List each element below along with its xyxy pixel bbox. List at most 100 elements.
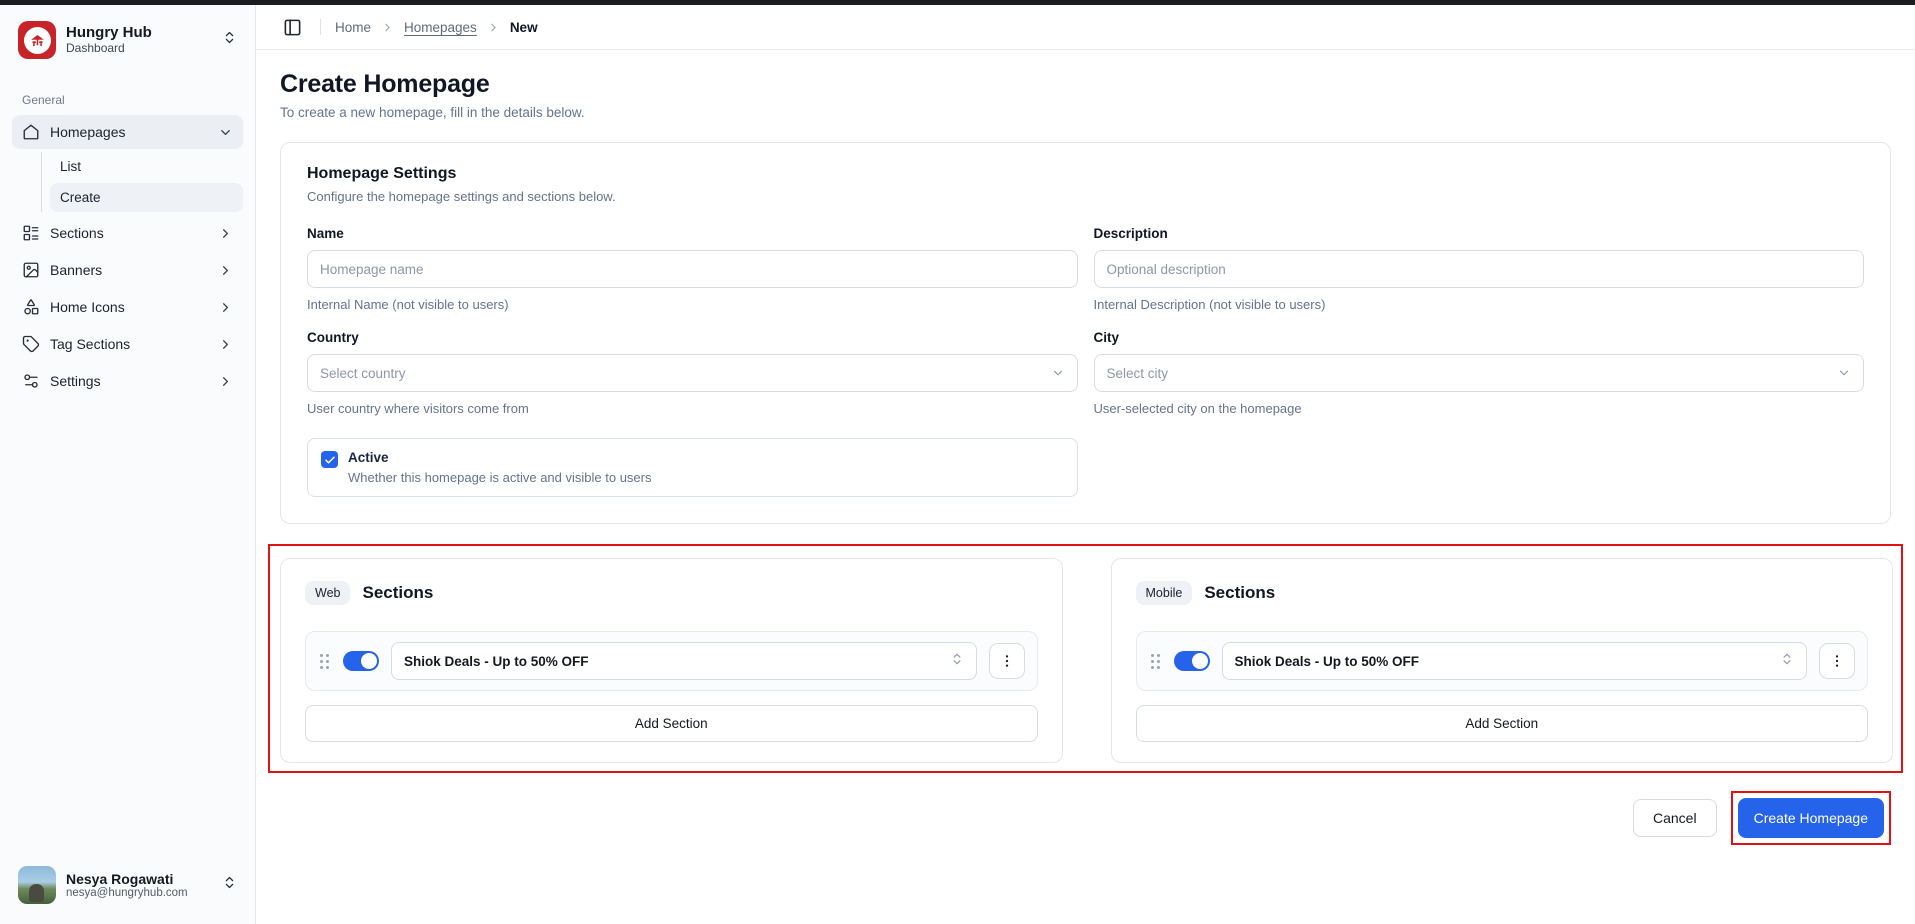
- panel-left-icon: [283, 18, 302, 37]
- sidebar-item-list[interactable]: List: [50, 152, 243, 181]
- page-subtitle: To create a new homepage, fill in the de…: [280, 105, 1891, 120]
- sidebar-nav: Homepages List Create Sections: [12, 115, 243, 401]
- home-icon: [22, 123, 40, 141]
- homepages-subnav: List Create: [41, 152, 243, 212]
- settings-card-title: Homepage Settings: [307, 165, 1864, 183]
- settings-card-subtitle: Configure the homepage settings and sect…: [307, 189, 1864, 204]
- city-select-value: Select city: [1107, 366, 1169, 381]
- create-homepage-button[interactable]: Create Homepage: [1738, 798, 1884, 838]
- sidebar-item-label: Banners: [50, 262, 102, 278]
- mobile-section-menu-button[interactable]: [1819, 643, 1855, 679]
- name-field-group: Name Internal Name (not visible to users…: [307, 226, 1078, 312]
- city-label: City: [1094, 330, 1865, 345]
- sidebar: Hungry Hub Dashboard General Homepages L…: [0, 5, 256, 924]
- city-helper: User-selected city on the homepage: [1094, 401, 1865, 416]
- country-select-value: Select country: [320, 366, 406, 381]
- sliders-icon: [22, 372, 40, 390]
- sidebar-item-label: Homepages: [50, 124, 126, 140]
- sidebar-item-homepages[interactable]: Homepages: [12, 115, 243, 149]
- chevron-right-icon: [218, 337, 233, 352]
- country-helper: User country where visitors come from: [307, 401, 1078, 416]
- layout-list-icon: [22, 224, 40, 242]
- kebab-menu-icon: [999, 653, 1015, 669]
- chevron-down-icon: [1837, 366, 1851, 380]
- mobile-sections-card: Mobile Sections Shiok Deals - Up to 50% …: [1111, 558, 1894, 763]
- chevrons-up-down-icon: [950, 652, 964, 671]
- sidebar-item-label: Settings: [50, 373, 101, 389]
- sidebar-item-label: Tag Sections: [50, 336, 130, 352]
- page-content: Create Homepage To create a new homepage…: [256, 50, 1915, 924]
- name-input[interactable]: [307, 250, 1078, 288]
- main-area: Home Homepages New Create Homepage To cr…: [256, 5, 1915, 924]
- image-icon: [22, 261, 40, 279]
- nav-section-label: General: [22, 93, 233, 107]
- settings-fields: Name Internal Name (not visible to users…: [307, 226, 1864, 497]
- chevron-down-icon: [1051, 366, 1065, 380]
- web-section-select[interactable]: Shiok Deals - Up to 50% OFF: [391, 642, 977, 680]
- sidebar-item-banners[interactable]: Banners: [12, 253, 243, 287]
- user-email: nesya@hungryhub.com: [66, 887, 188, 899]
- sidebar-item-label: Create: [60, 190, 101, 205]
- sections-grid: Web Sections Shiok Deals - Up to 50% OFF: [280, 558, 1893, 763]
- chevron-right-icon: [218, 226, 233, 241]
- sidebar-item-sections[interactable]: Sections: [12, 216, 243, 250]
- active-checkbox[interactable]: [321, 451, 338, 468]
- mobile-section-toggle[interactable]: [1174, 651, 1210, 671]
- avatar: [18, 866, 56, 904]
- chevrons-up-down-icon: [222, 875, 237, 895]
- app-name: Hungry Hub: [66, 24, 152, 41]
- annotation-sections-outline: Web Sections Shiok Deals - Up to 50% OFF: [268, 544, 1903, 773]
- homepage-settings-card: Homepage Settings Configure the homepage…: [280, 142, 1891, 524]
- sections-title: Sections: [1204, 583, 1275, 603]
- web-sections-header: Web Sections: [305, 581, 1038, 605]
- breadcrumb-home[interactable]: Home: [335, 20, 371, 35]
- chevron-right-icon: [381, 21, 394, 34]
- breadcrumb: Home Homepages New: [335, 20, 538, 35]
- web-section-toggle[interactable]: [343, 651, 379, 671]
- sections-title: Sections: [362, 583, 433, 603]
- user-menu[interactable]: Nesya Rogawati nesya@hungryhub.com: [12, 860, 243, 910]
- topbar: Home Homepages New: [256, 5, 1915, 50]
- shapes-icon: [22, 298, 40, 316]
- sidebar-item-label: Sections: [50, 225, 104, 241]
- sidebar-item-create[interactable]: Create: [50, 183, 243, 212]
- active-field-box: Active Whether this homepage is active a…: [307, 438, 1078, 497]
- description-input[interactable]: [1094, 250, 1865, 288]
- kebab-menu-icon: [1829, 653, 1845, 669]
- breadcrumb-homepages[interactable]: Homepages: [404, 20, 477, 35]
- mobile-sections-header: Mobile Sections: [1136, 581, 1869, 605]
- country-select[interactable]: Select country: [307, 354, 1078, 392]
- hungry-hub-logo-icon: [18, 21, 56, 59]
- sidebar-toggle-button[interactable]: [278, 13, 306, 41]
- workspace-switcher[interactable]: Hungry Hub Dashboard: [12, 15, 243, 65]
- mobile-add-section-button[interactable]: Add Section: [1136, 705, 1869, 742]
- sidebar-item-tag-sections[interactable]: Tag Sections: [12, 327, 243, 361]
- sidebar-item-label: List: [60, 159, 81, 174]
- chevrons-up-down-icon: [222, 30, 237, 50]
- drag-handle-icon[interactable]: [1149, 650, 1162, 673]
- mobile-section-select[interactable]: Shiok Deals - Up to 50% OFF: [1222, 642, 1808, 680]
- web-add-section-button[interactable]: Add Section: [305, 705, 1038, 742]
- name-label: Name: [307, 226, 1078, 241]
- sidebar-item-label: Home Icons: [50, 299, 125, 315]
- chevron-right-icon: [218, 300, 233, 315]
- chevron-right-icon: [218, 374, 233, 389]
- user-name: Nesya Rogawati: [66, 871, 188, 888]
- web-sections-card: Web Sections Shiok Deals - Up to 50% OFF: [280, 558, 1063, 763]
- chevron-right-icon: [487, 21, 500, 34]
- app-screen: Hungry Hub Dashboard General Homepages L…: [0, 5, 1915, 924]
- mobile-section-row: Shiok Deals - Up to 50% OFF: [1136, 631, 1869, 691]
- chevron-right-icon: [218, 263, 233, 278]
- web-section-row: Shiok Deals - Up to 50% OFF: [305, 631, 1038, 691]
- description-label: Description: [1094, 226, 1865, 241]
- annotation-create-button-outline: Create Homepage: [1731, 791, 1891, 845]
- drag-handle-icon[interactable]: [318, 650, 331, 673]
- cancel-button[interactable]: Cancel: [1633, 799, 1717, 837]
- sidebar-item-home-icons[interactable]: Home Icons: [12, 290, 243, 324]
- sidebar-item-settings[interactable]: Settings: [12, 364, 243, 398]
- city-select[interactable]: Select city: [1094, 354, 1865, 392]
- platform-badge-web: Web: [305, 581, 350, 605]
- active-label: Active: [348, 450, 652, 465]
- country-field-group: Country Select country User country wher…: [307, 330, 1078, 416]
- web-section-menu-button[interactable]: [989, 643, 1025, 679]
